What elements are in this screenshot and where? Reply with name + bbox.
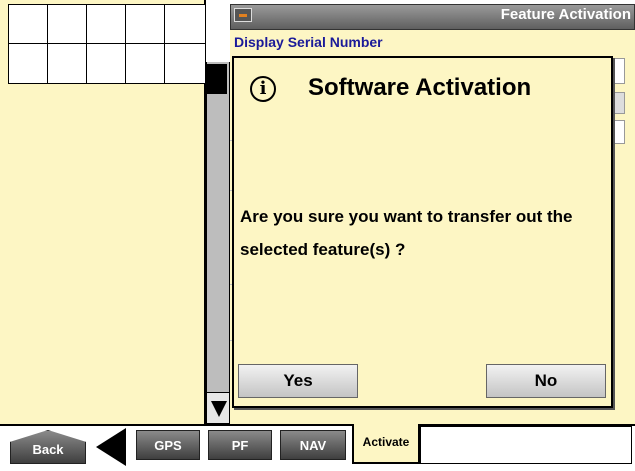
- field-edge: [613, 58, 625, 84]
- scrollbar-thumb[interactable]: [207, 64, 227, 94]
- grid-cell[interactable]: [47, 4, 87, 44]
- page-title: Feature Activation: [500, 6, 631, 23]
- no-button[interactable]: No: [486, 364, 606, 398]
- dialog-message: Are you sure you want to transfer out th…: [240, 207, 573, 259]
- toolbar-empty-slot: [420, 426, 632, 464]
- back-arrow-icon[interactable]: [96, 428, 126, 466]
- grid-cell[interactable]: [125, 4, 165, 44]
- module-icon: [234, 8, 252, 22]
- grid-table: [8, 4, 206, 84]
- gps-button[interactable]: GPS: [136, 430, 200, 460]
- pf-button[interactable]: PF: [208, 430, 272, 460]
- info-icon: i: [250, 76, 276, 102]
- grid-cell[interactable]: [8, 4, 48, 44]
- tab-activate[interactable]: Activate: [352, 424, 420, 464]
- field-edge: [613, 92, 625, 114]
- grid-cell[interactable]: [47, 43, 87, 84]
- arrow-down-icon: [211, 401, 227, 417]
- scrollbar[interactable]: [206, 62, 230, 424]
- grid-cell[interactable]: [164, 43, 206, 84]
- grid-cell[interactable]: [86, 43, 126, 84]
- grid-cell[interactable]: [125, 43, 165, 84]
- dialog-title: Software Activation: [308, 74, 532, 101]
- scroll-down-button[interactable]: [206, 392, 230, 424]
- grid-cell[interactable]: [164, 4, 206, 44]
- field-edge: [613, 120, 625, 144]
- grid-cell[interactable]: [86, 4, 126, 44]
- serial-number-label: Display Serial Number: [234, 34, 383, 50]
- grid-cell[interactable]: [8, 43, 48, 84]
- yes-button[interactable]: Yes: [238, 364, 358, 398]
- nav-button[interactable]: NAV: [280, 430, 346, 460]
